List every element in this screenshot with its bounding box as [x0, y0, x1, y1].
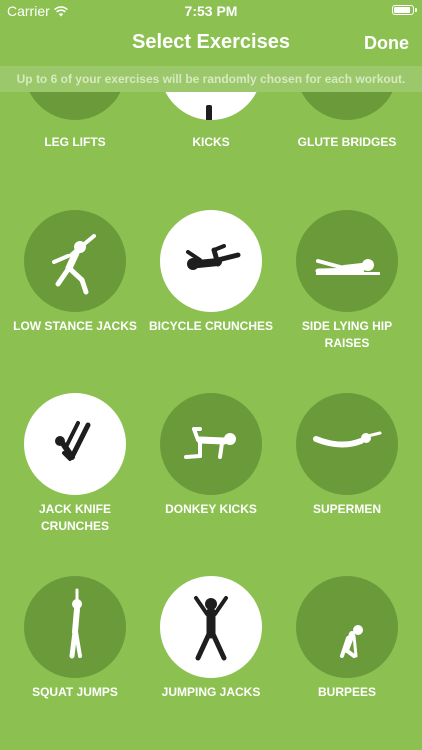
exercise-toggle-kicks[interactable] — [160, 92, 262, 120]
navigation-bar: Select Exercises Done — [0, 22, 422, 66]
exercise-toggle-bicycle-crunches[interactable] — [160, 210, 262, 312]
status-time: 7:53 PM — [184, 3, 238, 19]
exercise-label: BURPEES — [317, 685, 376, 699]
burpees-icon — [340, 625, 363, 658]
side-lying-hip-raises-icon — [315, 259, 380, 275]
glute-bridges-icon — [296, 92, 398, 120]
exercise-toggle-burpees[interactable] — [296, 576, 398, 678]
exercise-label: LOW STANCE JACKS — [13, 319, 137, 333]
exercise-label: SUPERMEN — [312, 502, 381, 516]
battery-icon — [392, 5, 417, 15]
bicycle-crunches-icon — [186, 244, 241, 270]
exercise-label: SQUAT JUMPS — [32, 685, 118, 699]
exercise-label: KICKS — [192, 135, 230, 149]
exercise-toggle-side-lying-hip-raises[interactable] — [296, 210, 398, 312]
exercise-label: BICYCLE CRUNCHES — [148, 319, 273, 333]
done-button[interactable]: Done — [364, 33, 409, 54]
exercise-label: JACK KNIFE CRUNCHES — [38, 502, 111, 533]
exercise-toggle-glute-bridges[interactable] — [296, 92, 398, 120]
info-banner: Up to 6 of your exercises will be random… — [0, 66, 422, 92]
exercise-label: JUMPING JACKS — [161, 685, 261, 699]
supermen-icon — [313, 431, 382, 448]
exercise-toggle-jumping-jacks[interactable] — [160, 576, 262, 678]
low-stance-jacks-icon — [52, 234, 96, 295]
exercise-toggle-donkey-kicks[interactable] — [160, 393, 262, 495]
exercise-toggle-low-stance-jacks[interactable] — [24, 210, 126, 312]
exercise-toggle-supermen[interactable] — [296, 393, 398, 495]
exercise-label: GLUTE BRIDGES — [297, 135, 397, 149]
donkey-kicks-icon — [184, 427, 236, 459]
exercise-label: DONKEY KICKS — [165, 502, 257, 516]
exercise-label: SIDE LYING HIP RAISES — [301, 319, 393, 350]
status-bar: Carrier 7:53 PM — [0, 0, 422, 22]
exercise-label: LEG LIFTS — [44, 135, 106, 149]
exercise-toggle-leg-lifts[interactable] — [24, 92, 126, 120]
jack-knife-crunches-icon — [55, 421, 91, 461]
kicks-icon — [206, 105, 212, 120]
exercise-grid[interactable]: LEG LIFTS KICKS GLUTE BRIDGES LOW STANCE… — [0, 92, 422, 750]
leg-lifts-icon — [24, 92, 126, 120]
squat-jumps-icon — [69, 588, 82, 659]
exercise-toggle-squat-jumps[interactable] — [24, 576, 126, 678]
exercise-toggle-jack-knife-crunches[interactable] — [24, 393, 126, 495]
page-title: Select Exercises — [132, 31, 290, 53]
jumping-jacks-icon — [194, 596, 228, 661]
